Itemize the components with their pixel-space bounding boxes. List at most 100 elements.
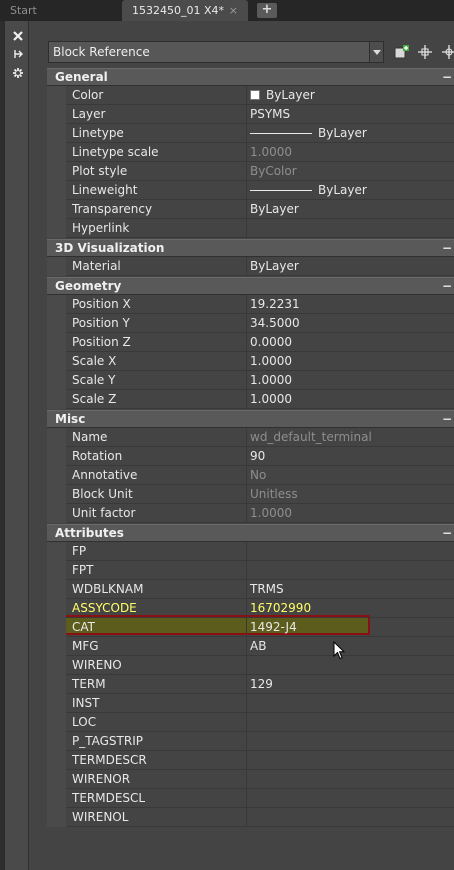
attribute-row-fpt[interactable]: FPT bbox=[47, 561, 454, 580]
property-row-color[interactable]: Color ByLayer bbox=[47, 86, 454, 105]
property-row-position-y[interactable]: Position Y 34.5000 bbox=[47, 314, 454, 333]
attribute-value[interactable] bbox=[247, 732, 454, 750]
attribute-row-wireno[interactable]: WIRENO bbox=[47, 656, 454, 675]
collapse-icon[interactable]: − bbox=[441, 69, 453, 86]
category-geometry[interactable]: Geometry − bbox=[47, 277, 454, 295]
attribute-value[interactable] bbox=[247, 694, 454, 712]
property-row-hyperlink[interactable]: Hyperlink bbox=[47, 219, 454, 238]
attribute-value[interactable]: TRMS bbox=[247, 580, 454, 598]
property-row-position-z[interactable]: Position Z 0.0000 bbox=[47, 333, 454, 352]
property-value[interactable]: ByLayer bbox=[247, 257, 454, 275]
property-row-scale-y[interactable]: Scale Y 1.0000 bbox=[47, 371, 454, 390]
new-tab-button[interactable]: + bbox=[257, 3, 277, 18]
property-value[interactable]: 19.2231 bbox=[247, 295, 454, 313]
collapse-icon[interactable]: − bbox=[441, 240, 453, 257]
category-misc[interactable]: Misc − bbox=[47, 410, 454, 428]
attribute-value[interactable] bbox=[247, 808, 454, 826]
property-value[interactable]: ByLayer bbox=[247, 86, 454, 104]
property-row-lineweight[interactable]: Lineweight ByLayer bbox=[47, 181, 454, 200]
attribute-row-assycode[interactable]: ASSYCODE 16702990 bbox=[47, 599, 454, 618]
property-row-layer[interactable]: Layer PSYMS bbox=[47, 105, 454, 124]
attribute-row-loc[interactable]: LOC bbox=[47, 713, 454, 732]
property-value[interactable]: ByLayer bbox=[247, 181, 454, 199]
property-value[interactable]: ByColor bbox=[247, 162, 454, 180]
tab-start-label: Start bbox=[10, 4, 37, 17]
attribute-value[interactable]: AB bbox=[247, 637, 454, 655]
property-row-unit-factor[interactable]: Unit factor 1.0000 bbox=[47, 504, 454, 523]
attribute-row-wdblknam[interactable]: WDBLKNAM TRMS bbox=[47, 580, 454, 599]
property-value[interactable]: No bbox=[247, 466, 454, 484]
property-value[interactable]: 1.0000 bbox=[247, 371, 454, 389]
tab-start[interactable]: Start bbox=[0, 0, 120, 21]
attribute-value[interactable] bbox=[247, 542, 454, 560]
attribute-row-inst[interactable]: INST bbox=[47, 694, 454, 713]
collapse-icon[interactable]: − bbox=[441, 411, 453, 428]
property-row-linetype-scale[interactable]: Linetype scale 1.0000 bbox=[47, 143, 454, 162]
object-type-select[interactable]: Block Reference bbox=[48, 41, 384, 63]
attribute-value[interactable] bbox=[247, 713, 454, 731]
attribute-value[interactable]: 129 bbox=[247, 675, 454, 693]
attribute-row-p-tagstrip[interactable]: P_TAGSTRIP bbox=[47, 732, 454, 751]
linetype-sample bbox=[250, 133, 312, 134]
category-general[interactable]: General − bbox=[47, 68, 454, 86]
property-value[interactable]: PSYMS bbox=[247, 105, 454, 123]
quick-select-icon[interactable] bbox=[440, 43, 454, 61]
property-value[interactable]: 90 bbox=[247, 447, 454, 465]
attribute-value[interactable] bbox=[247, 751, 454, 769]
property-value[interactable]: ByLayer bbox=[247, 200, 454, 218]
property-row-rotation[interactable]: Rotation 90 bbox=[47, 447, 454, 466]
attribute-value[interactable] bbox=[247, 789, 454, 807]
collapse-icon[interactable]: − bbox=[441, 278, 453, 295]
property-row-scale-x[interactable]: Scale X 1.0000 bbox=[47, 352, 454, 371]
attribute-name: FP bbox=[66, 542, 247, 560]
category-3d-visualization[interactable]: 3D Visualization − bbox=[47, 239, 454, 257]
property-row-block-unit[interactable]: Block Unit Unitless bbox=[47, 485, 454, 504]
attribute-value[interactable] bbox=[247, 656, 454, 674]
property-value[interactable]: wd_default_terminal bbox=[247, 428, 454, 446]
property-name: Unit factor bbox=[66, 504, 247, 522]
property-row-name[interactable]: Name wd_default_terminal bbox=[47, 428, 454, 447]
property-value[interactable] bbox=[247, 219, 454, 237]
property-row-scale-z[interactable]: Scale Z 1.0000 bbox=[47, 390, 454, 409]
attribute-row-termdescr[interactable]: TERMDESCR bbox=[47, 751, 454, 770]
attribute-value[interactable] bbox=[247, 561, 454, 579]
collapse-icon[interactable]: − bbox=[441, 525, 453, 542]
property-row-material[interactable]: Material ByLayer bbox=[47, 257, 454, 276]
tab-drawing[interactable]: 1532450_01 X4* × bbox=[122, 0, 248, 21]
property-name: Rotation bbox=[66, 447, 247, 465]
property-value[interactable]: 1.0000 bbox=[247, 143, 454, 161]
attribute-row-mfg[interactable]: MFG AB bbox=[47, 637, 454, 656]
property-value[interactable]: 1.0000 bbox=[247, 504, 454, 522]
auto-hide-icon[interactable] bbox=[12, 48, 26, 62]
property-value[interactable]: ByLayer bbox=[247, 124, 454, 142]
property-row-transparency[interactable]: Transparency ByLayer bbox=[47, 200, 454, 219]
row-gutter bbox=[47, 333, 66, 352]
attribute-value[interactable] bbox=[247, 770, 454, 788]
attribute-value[interactable]: 16702990 bbox=[247, 599, 454, 617]
attribute-row-termdescl[interactable]: TERMDESCL bbox=[47, 789, 454, 808]
attribute-row-cat[interactable]: CAT 1492-J4 bbox=[47, 618, 454, 637]
property-row-plot-style[interactable]: Plot style ByColor bbox=[47, 162, 454, 181]
attribute-row-fp[interactable]: FP bbox=[47, 542, 454, 561]
toggle-pickadd-icon[interactable] bbox=[393, 43, 411, 61]
document-tab-bar: Start 1532450_01 X4* × + bbox=[0, 0, 454, 21]
attribute-row-wirenol[interactable]: WIRENOL bbox=[47, 808, 454, 827]
property-row-annotative[interactable]: Annotative No bbox=[47, 466, 454, 485]
property-row-linetype[interactable]: Linetype ByLayer bbox=[47, 124, 454, 143]
property-value[interactable]: 1.0000 bbox=[247, 390, 454, 408]
property-value[interactable]: 1.0000 bbox=[247, 352, 454, 370]
close-tab-icon[interactable]: × bbox=[229, 0, 238, 21]
attribute-row-wirenor[interactable]: WIRENOR bbox=[47, 770, 454, 789]
close-icon[interactable] bbox=[12, 30, 26, 44]
properties-settings-icon[interactable] bbox=[12, 67, 26, 81]
property-value[interactable]: Unitless bbox=[247, 485, 454, 503]
attribute-value[interactable]: 1492-J4 bbox=[247, 618, 454, 636]
select-objects-icon[interactable] bbox=[416, 43, 434, 61]
property-row-position-x[interactable]: Position X 19.2231 bbox=[47, 295, 454, 314]
attribute-row-term[interactable]: TERM 129 bbox=[47, 675, 454, 694]
property-name: Scale Z bbox=[66, 390, 247, 408]
property-value[interactable]: 34.5000 bbox=[247, 314, 454, 332]
chevron-down-icon[interactable] bbox=[369, 42, 383, 62]
property-value[interactable]: 0.0000 bbox=[247, 333, 454, 351]
category-attributes[interactable]: Attributes − bbox=[47, 524, 454, 542]
